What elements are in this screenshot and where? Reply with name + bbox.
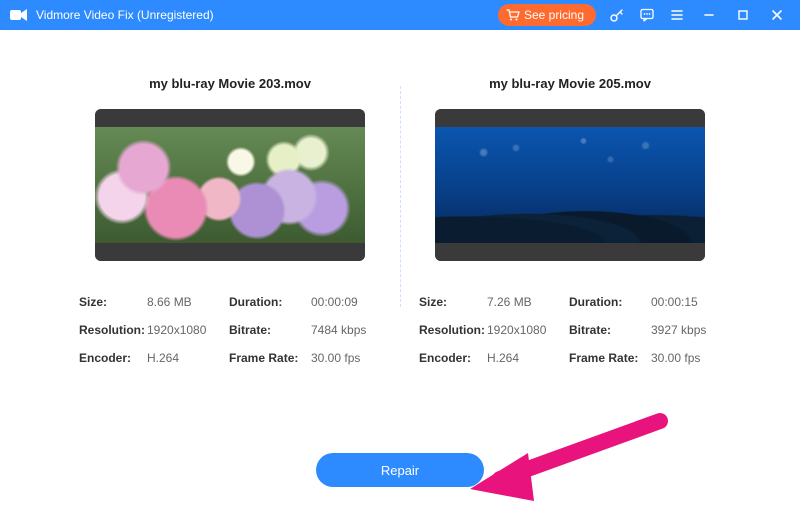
key-icon[interactable]	[602, 0, 632, 30]
right-video-pane: my blu-ray Movie 205.mov Size: 7.26 MB D…	[400, 76, 740, 365]
left-resolution-label: Resolution:	[79, 323, 143, 337]
see-pricing-label: See pricing	[524, 8, 584, 22]
right-size-value: 7.26 MB	[487, 295, 565, 309]
right-framerate-value: 30.00 fps	[651, 351, 721, 365]
right-encoder-value: H.264	[487, 351, 565, 365]
left-video-pane: my blu-ray Movie 203.mov Size: 8.66 MB D…	[60, 76, 400, 365]
vertical-divider	[400, 86, 401, 307]
left-encoder-label: Encoder:	[79, 351, 143, 365]
app-title: Vidmore Video Fix (Unregistered)	[36, 8, 214, 22]
left-encoder-value: H.264	[147, 351, 225, 365]
right-bitrate-label: Bitrate:	[569, 323, 647, 337]
repair-button[interactable]: Repair	[316, 453, 484, 487]
left-resolution-value: 1920x1080	[147, 323, 225, 337]
left-size-value: 8.66 MB	[147, 295, 225, 309]
window-maximize-button[interactable]	[726, 0, 760, 30]
right-framerate-label: Frame Rate:	[569, 351, 647, 365]
main-content: my blu-ray Movie 203.mov Size: 8.66 MB D…	[0, 30, 800, 365]
left-meta-table: Size: 8.66 MB Duration: 00:00:09 Resolut…	[75, 295, 385, 365]
left-duration-value: 00:00:09	[311, 295, 381, 309]
titlebar: Vidmore Video Fix (Unregistered) See pri…	[0, 0, 800, 30]
left-filename: my blu-ray Movie 203.mov	[149, 76, 311, 91]
left-framerate-value: 30.00 fps	[311, 351, 381, 365]
right-video-thumbnail[interactable]	[435, 109, 705, 261]
left-video-thumbnail[interactable]	[95, 109, 365, 261]
right-encoder-label: Encoder:	[419, 351, 483, 365]
left-size-label: Size:	[79, 295, 143, 309]
window-close-button[interactable]	[760, 0, 794, 30]
right-duration-value: 00:00:15	[651, 295, 721, 309]
repair-button-wrap: Repair	[0, 453, 800, 487]
right-resolution-label: Resolution:	[419, 323, 483, 337]
right-duration-label: Duration:	[569, 295, 647, 309]
left-bitrate-label: Bitrate:	[229, 323, 307, 337]
right-size-label: Size:	[419, 295, 483, 309]
menu-icon[interactable]	[662, 0, 692, 30]
right-meta-table: Size: 7.26 MB Duration: 00:00:15 Resolut…	[415, 295, 725, 365]
right-filename: my blu-ray Movie 205.mov	[489, 76, 651, 91]
feedback-icon[interactable]	[632, 0, 662, 30]
right-resolution-value: 1920x1080	[487, 323, 565, 337]
left-duration-label: Duration:	[229, 295, 307, 309]
cart-icon	[506, 9, 520, 21]
app-logo-icon	[10, 8, 28, 22]
window-minimize-button[interactable]	[692, 0, 726, 30]
see-pricing-button[interactable]: See pricing	[498, 4, 596, 26]
left-framerate-label: Frame Rate:	[229, 351, 307, 365]
right-bitrate-value: 3927 kbps	[651, 323, 721, 337]
left-bitrate-value: 7484 kbps	[311, 323, 381, 337]
